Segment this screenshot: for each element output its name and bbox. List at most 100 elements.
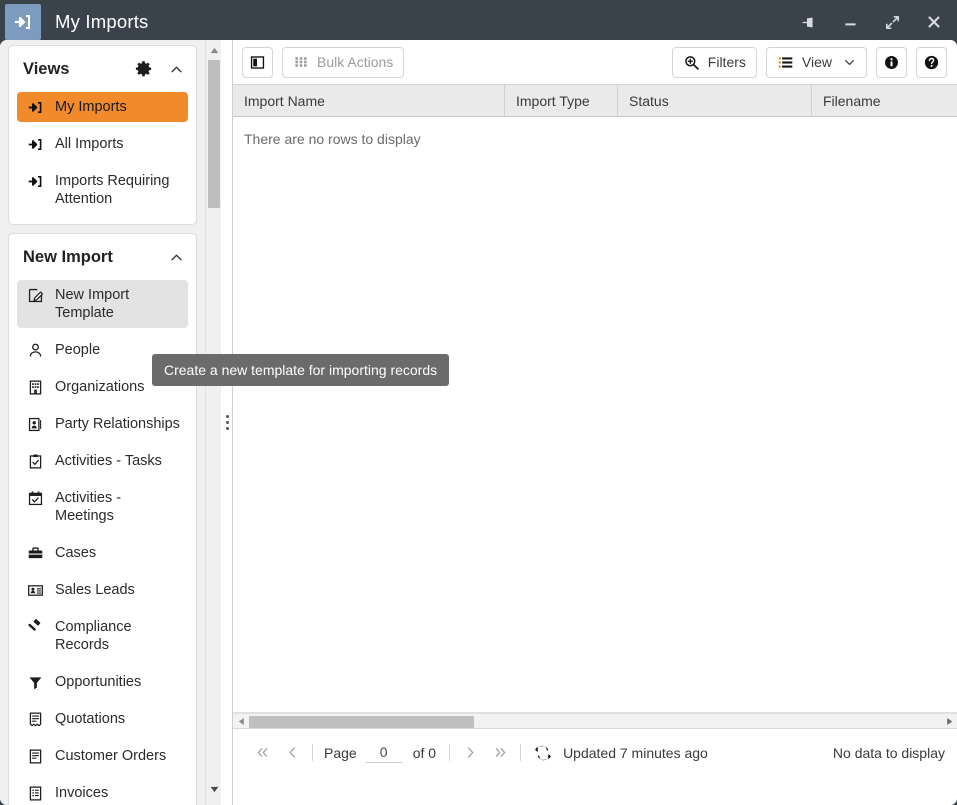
sidebar-item-cases[interactable]: Cases: [17, 538, 188, 568]
grid-column-import-name[interactable]: Import Name: [233, 85, 505, 116]
invoice-document-icon: [25, 784, 45, 802]
sidebar-item-label: Opportunities: [55, 673, 141, 691]
double-chevron-right-icon: [493, 745, 508, 760]
sidebar-item-label: Imports Requiring Attention: [55, 172, 180, 208]
help-circle-icon: [923, 54, 940, 71]
expand-diagonal-icon: [883, 13, 902, 32]
last-page-button[interactable]: [485, 738, 515, 768]
spacer: [17, 734, 188, 741]
bulk-actions-label: Bulk Actions: [317, 54, 393, 70]
spacer: [17, 605, 188, 612]
next-page-button[interactable]: [455, 738, 485, 768]
divider: [449, 744, 450, 761]
previous-page-button[interactable]: [277, 738, 307, 768]
spacer: [17, 439, 188, 446]
pin-icon: [800, 14, 817, 31]
spacer: [17, 568, 188, 575]
divider: [312, 744, 313, 761]
spacer: [17, 697, 188, 704]
bulk-actions-button[interactable]: Bulk Actions: [282, 47, 404, 78]
main-content: Bulk Actions Filters: [233, 40, 957, 805]
sidebar-item-quotations[interactable]: Quotations: [17, 704, 188, 734]
grid-footer: Page of 0 Updated 7 minutes: [233, 729, 957, 776]
filters-label: Filters: [708, 54, 746, 70]
sidebar: Views: [0, 40, 221, 805]
app-frame: Views: [0, 40, 957, 805]
new-import-panel: New Import: [8, 233, 197, 805]
minimize-button[interactable]: [837, 9, 863, 35]
order-document-icon: [25, 747, 45, 765]
refresh-icon: [534, 744, 552, 762]
pin-button[interactable]: [795, 9, 821, 35]
sidebar-item-party-relationships[interactable]: Party Relationships: [17, 409, 188, 439]
grid-column-filename[interactable]: Filename: [812, 85, 957, 116]
view-button[interactable]: View: [766, 47, 867, 78]
spacer: [17, 771, 188, 778]
sidebar-item-compliance-records[interactable]: Compliance Records: [17, 612, 188, 660]
gavel-icon: [25, 618, 45, 636]
maximize-button[interactable]: [879, 9, 905, 35]
grid-column-status[interactable]: Status: [618, 85, 812, 116]
side-panel-toggle-button[interactable]: [242, 47, 273, 78]
sidebar-scrollbar-thumb[interactable]: [208, 60, 220, 208]
chevron-up-icon[interactable]: [169, 250, 184, 265]
sidebar-item-all-imports[interactable]: All Imports: [17, 129, 188, 159]
pencil-square-icon: [25, 286, 45, 304]
close-button[interactable]: [921, 9, 947, 35]
spacer: [17, 402, 188, 409]
view-label: View: [802, 54, 832, 70]
grid-column-label: Filename: [823, 93, 881, 109]
spacer: [17, 660, 188, 667]
info-button[interactable]: [876, 47, 907, 78]
vertical-grip-icon: [226, 415, 229, 430]
sidebar-item-imports-requiring-attention[interactable]: Imports Requiring Attention: [17, 166, 188, 214]
grid-column-import-type[interactable]: Import Type: [505, 85, 618, 116]
sidebar-item-opportunities[interactable]: Opportunities: [17, 667, 188, 697]
chevron-up-icon[interactable]: [169, 62, 184, 77]
sidebar-scrollbar[interactable]: [205, 40, 221, 805]
horizontal-scrollbar-thumb[interactable]: [249, 716, 474, 728]
sidebar-item-invoices[interactable]: Invoices: [17, 778, 188, 805]
caret-down-icon[interactable]: [206, 781, 221, 797]
grid-horizontal-scrollbar[interactable]: [233, 713, 957, 729]
scroll-left-icon[interactable]: [234, 714, 248, 729]
page-number-input[interactable]: [365, 742, 403, 763]
sidebar-scroll-content: Views: [0, 40, 205, 805]
chevron-down-icon: [843, 56, 856, 69]
gear-icon[interactable]: [134, 60, 153, 79]
filters-button[interactable]: Filters: [672, 47, 757, 78]
sidebar-item-sales-leads[interactable]: Sales Leads: [17, 575, 188, 605]
window-controls: [795, 0, 947, 44]
scroll-right-icon[interactable]: [942, 714, 956, 729]
help-button[interactable]: [916, 47, 947, 78]
import-arrow-icon: [25, 172, 45, 190]
grid-column-label: Import Name: [244, 93, 325, 109]
info-circle-icon: [883, 54, 900, 71]
search-plus-icon: [683, 54, 700, 71]
sidebar-item-label: Activities - Tasks: [55, 452, 162, 470]
chevron-left-icon: [285, 745, 300, 760]
sidebar-item-label: Invoices: [55, 784, 108, 802]
calendar-check-icon: [25, 489, 45, 507]
views-panel: Views: [8, 45, 197, 225]
sidebar-item-label: Sales Leads: [55, 581, 135, 599]
chevron-right-icon: [463, 745, 478, 760]
caret-up-icon[interactable]: [206, 42, 221, 58]
first-page-button[interactable]: [247, 738, 277, 768]
sidebar-item-label: My Imports: [55, 98, 127, 116]
contact-card-icon: [25, 415, 45, 433]
import-arrow-icon: [25, 135, 45, 153]
sidebar-item-new-import-template[interactable]: New Import Template: [17, 280, 188, 328]
refresh-button[interactable]: [534, 744, 552, 762]
sidebar-item-customer-orders[interactable]: Customer Orders: [17, 741, 188, 771]
views-panel-header: Views: [9, 46, 196, 92]
app-icon: [5, 4, 41, 40]
sidebar-item-activities-tasks[interactable]: Activities - Tasks: [17, 446, 188, 476]
spacer: [17, 531, 188, 538]
list-bullets-icon: [777, 54, 794, 71]
new-import-panel-header: New Import: [9, 234, 196, 280]
sidebar-item-activities-meetings[interactable]: Activities - Meetings: [17, 483, 188, 531]
sidebar-item-label: Activities - Meetings: [55, 489, 180, 525]
sidebar-item-label: Compliance Records: [55, 618, 180, 654]
sidebar-item-my-imports[interactable]: My Imports: [17, 92, 188, 122]
